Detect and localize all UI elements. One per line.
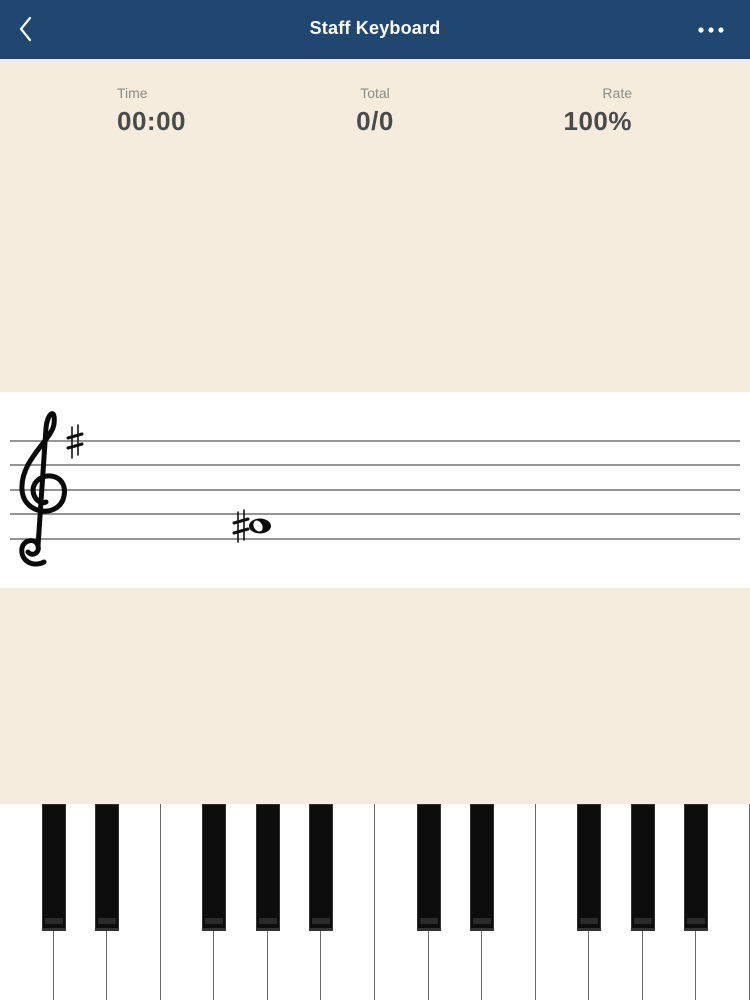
piano-keyboard (0, 804, 750, 1000)
piano-black-key[interactable] (577, 804, 602, 931)
stats-panel: Time 00:00 Total 0/0 Rate 100% (0, 59, 750, 392)
stat-total-value: 0/0 (356, 106, 394, 136)
stat-total: Total 0/0 (310, 85, 440, 137)
page-title: Staff Keyboard (309, 18, 441, 38)
piano-black-key[interactable] (470, 804, 495, 931)
nav-bar: Staff Keyboard (0, 0, 750, 59)
answer-area (0, 588, 750, 804)
stat-rate: Rate 100% (564, 85, 633, 137)
piano-black-key[interactable] (309, 804, 334, 931)
piano-black-key[interactable] (416, 804, 441, 931)
whole-note[interactable] (249, 518, 271, 534)
stat-rate-label: Rate (602, 85, 632, 101)
stat-time-label: Time (117, 85, 148, 101)
piano-black-key[interactable] (684, 804, 709, 931)
music-staff (10, 411, 740, 567)
piano-black-key[interactable] (202, 804, 227, 931)
treble-clef-icon (19, 411, 67, 567)
piano-black-key[interactable] (255, 804, 280, 931)
stat-time: Time 00:00 (117, 85, 186, 137)
note-sharp-icon (232, 509, 250, 543)
staff-panel (0, 392, 750, 588)
piano-black-key[interactable] (41, 804, 66, 931)
stat-total-label: Total (360, 85, 390, 101)
piano-black-key[interactable] (630, 804, 655, 931)
staff-lines (10, 440, 740, 540)
stat-time-value: 00:00 (117, 106, 186, 136)
stat-rate-value: 100% (563, 106, 632, 136)
more-dots-icon[interactable] (696, 18, 728, 42)
piano-black-key[interactable] (95, 804, 120, 931)
